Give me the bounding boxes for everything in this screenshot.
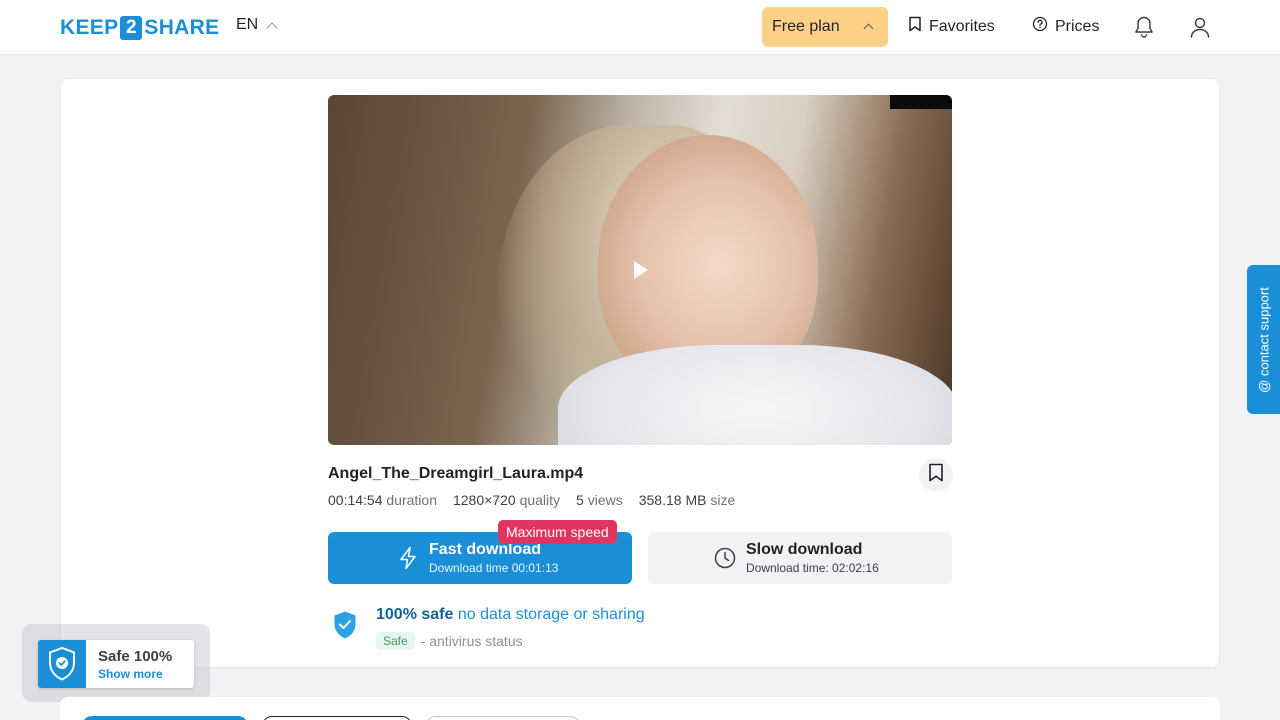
chevron-up-icon <box>266 21 278 34</box>
language-selector[interactable]: EN <box>236 16 278 34</box>
contact-support-tab[interactable]: @ contact support <box>1247 265 1280 414</box>
slow-download-time: Download time: 02:02:16 <box>746 561 879 575</box>
slow-download-button[interactable]: Slow download Download time: 02:02:16 <box>648 532 952 584</box>
logo-text-share: SHARE <box>144 16 220 39</box>
antivirus-status-text: - antivirus status <box>420 633 523 649</box>
meta-views: 5 views <box>576 492 623 508</box>
video-corner-bar <box>890 95 952 109</box>
free-plan-label: Free plan <box>772 18 840 35</box>
logo-text-keep: KEEP <box>60 16 119 39</box>
show-more-link[interactable]: Show more <box>98 667 163 681</box>
meta-duration: 00:14:54 duration <box>328 492 437 508</box>
top-header: KEEP 2 SHARE EN Free plan Favorites Prices <box>0 0 1280 55</box>
bottom-tab-2[interactable] <box>262 716 412 720</box>
bottom-tab-3[interactable] <box>426 716 580 720</box>
shield-check-icon <box>38 640 86 688</box>
bookmark-icon <box>908 16 922 37</box>
logo-text-2: 2 <box>120 16 143 40</box>
slow-download-label: Slow download <box>746 541 863 558</box>
meta-size: 358.18 MB size <box>638 492 736 508</box>
favorites-link[interactable]: Favorites <box>908 16 995 37</box>
prices-label: Prices <box>1055 17 1100 35</box>
favorites-label: Favorites <box>929 17 995 35</box>
safety-title: 100% safe no data storage or sharing <box>376 606 645 623</box>
user-icon[interactable] <box>1187 14 1213 40</box>
video-frame-coat <box>558 345 952 445</box>
play-icon[interactable] <box>634 261 648 279</box>
file-meta: 00:14:54 duration 1280×720 quality 5 vie… <box>328 492 735 508</box>
maximum-speed-badge: Maximum speed <box>498 520 617 544</box>
help-circle-icon <box>1032 16 1048 37</box>
safe-widget-title: Safe 100% <box>98 648 173 665</box>
antivirus-status: Safe - antivirus status <box>376 632 523 650</box>
fast-download-time: Download time 00:01:13 <box>429 561 559 575</box>
bell-icon[interactable] <box>1131 14 1157 40</box>
safe-badge-widget[interactable]: Safe 100% Show more <box>38 640 194 688</box>
prices-link[interactable]: Prices <box>1032 16 1099 37</box>
free-plan-button[interactable]: Free plan <box>762 7 888 47</box>
safe-status-pill: Safe <box>376 632 415 650</box>
chevron-up-icon <box>863 23 874 34</box>
shield-check-icon <box>332 610 358 645</box>
language-label: EN <box>236 16 259 33</box>
meta-quality: 1280×720 quality <box>452 492 561 508</box>
lightning-icon <box>398 546 418 575</box>
file-name: Angel_The_Dreamgirl_Laura.mp4 <box>328 465 584 482</box>
keep2share-logo[interactable]: KEEP 2 SHARE <box>60 15 219 41</box>
add-to-favorites-button[interactable] <box>919 458 953 492</box>
clock-icon <box>714 547 736 574</box>
contact-support-label: @ contact support <box>1256 286 1271 393</box>
video-preview[interactable] <box>328 95 952 445</box>
bookmark-icon <box>928 463 944 487</box>
bottom-tab-1[interactable] <box>82 716 248 720</box>
